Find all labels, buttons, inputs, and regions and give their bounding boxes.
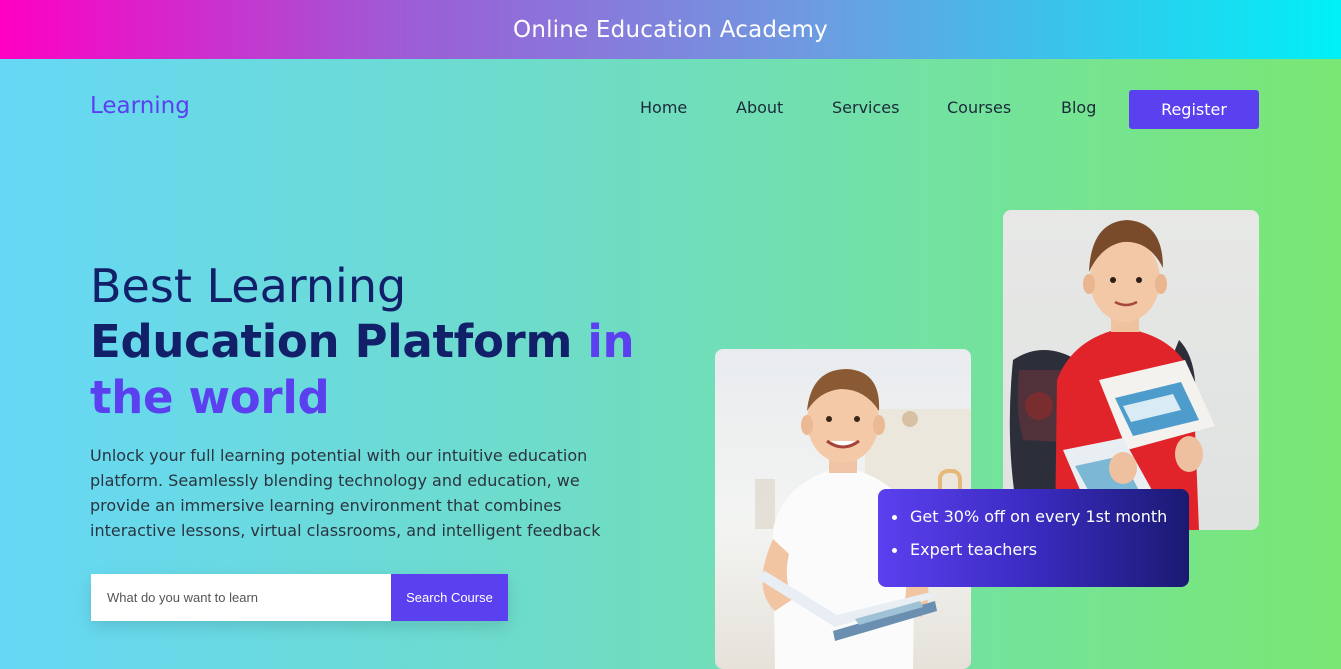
hero-title-line2: Education Platform in <box>90 314 670 370</box>
hero-title-accent: in <box>587 315 635 368</box>
banner-title: Online Education Academy <box>513 16 828 43</box>
promo-list: Get 30% off on every 1st month Expert te… <box>892 505 1175 571</box>
nav-about[interactable]: About <box>736 98 783 117</box>
nav-blog[interactable]: Blog <box>1061 98 1096 117</box>
student-illustration-2 <box>1009 220 1215 530</box>
promo-card: Get 30% off on every 1st month Expert te… <box>878 489 1189 587</box>
nav-courses[interactable]: Courses <box>947 98 1011 117</box>
top-banner: Online Education Academy <box>0 0 1341 59</box>
promo-item-discount: Get 30% off on every 1st month <box>892 505 1175 538</box>
nav-home[interactable]: Home <box>640 98 687 117</box>
hero-title-line1: Best Learning <box>90 259 407 313</box>
search-input[interactable] <box>91 574 391 621</box>
student-photo-2 <box>1003 210 1259 530</box>
hero-title-line3: the world <box>90 371 330 424</box>
course-search: Search Course <box>91 574 508 621</box>
hero-title-main: Education Platform <box>90 315 573 368</box>
register-button[interactable]: Register <box>1129 90 1259 129</box>
nav-services[interactable]: Services <box>832 98 899 117</box>
hero-description: Unlock your full learning potential with… <box>90 446 601 540</box>
search-course-button[interactable]: Search Course <box>391 574 508 621</box>
promo-item-teachers: Expert teachers <box>892 538 1175 571</box>
site-logo[interactable]: Learning <box>90 93 190 119</box>
hero-heading: Best Learning Education Platform in the … <box>90 258 670 426</box>
